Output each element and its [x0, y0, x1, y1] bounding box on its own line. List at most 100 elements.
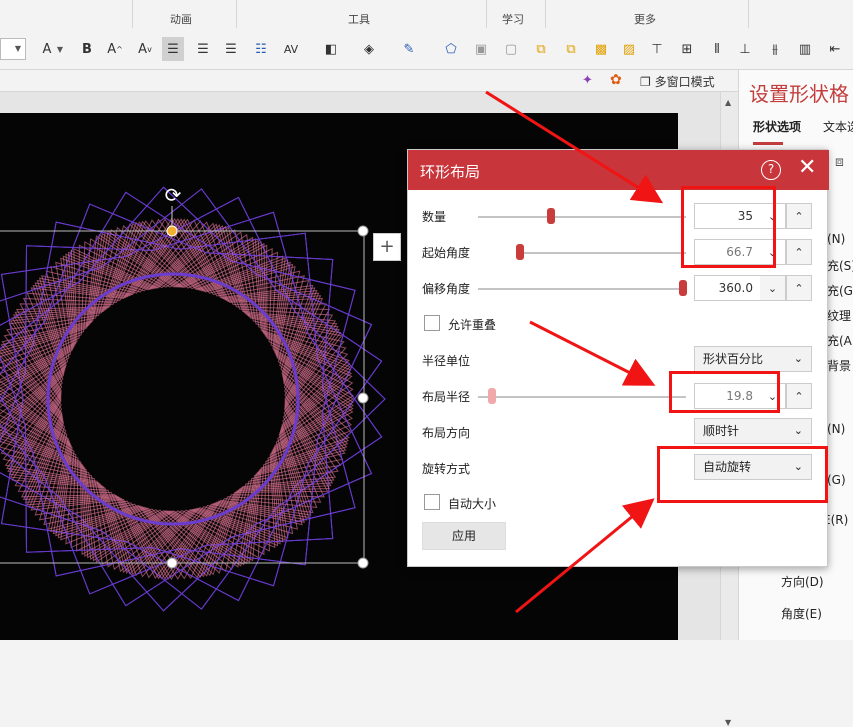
group-button[interactable]: ▣: [470, 37, 492, 61]
offset-angle-input[interactable]: 360.0: [694, 275, 762, 301]
magic-icon[interactable]: ✦: [582, 73, 593, 88]
dialog-title: 环形布局: [420, 163, 481, 181]
bring-forward-button[interactable]: ⧉: [530, 37, 552, 61]
distribute-h-button[interactable]: ⫴: [706, 37, 728, 61]
tab-shape-options[interactable]: 形状选项: [753, 118, 801, 135]
start-angle-increment[interactable]: ⌃: [786, 239, 812, 265]
shrink-font-icon: A: [138, 41, 148, 57]
count-slider-thumb[interactable]: [547, 208, 555, 224]
chevron-down-icon: ▼: [56, 44, 64, 54]
edit-shape-button[interactable]: ⬠: [440, 37, 462, 61]
bring-front-button[interactable]: ▩: [590, 37, 612, 61]
view-bar: ✦ ✿ ❐ 多窗口模式: [0, 70, 740, 92]
radius-unit-select[interactable]: 形状百分比 ⌄: [694, 346, 812, 372]
layout-radius-slider-track[interactable]: [478, 396, 686, 398]
pattern-center-hole: [81, 307, 265, 491]
bar-chart-icon: ▥: [798, 41, 812, 57]
settings-icon[interactable]: ✿: [610, 72, 622, 88]
add-button[interactable]: +: [373, 233, 401, 261]
multi-window-button[interactable]: ❐ 多窗口模式: [640, 73, 715, 90]
shape-button[interactable]: ◧: [320, 37, 342, 61]
layout-icon[interactable]: ⧈: [835, 154, 844, 170]
fill-button[interactable]: ◈: [358, 37, 380, 61]
start-angle-slider-track[interactable]: [516, 252, 686, 254]
panel-option[interactable]: (N): [827, 232, 845, 246]
send-backward-icon: ⧉: [566, 41, 576, 57]
arrange-button[interactable]: ⇤: [824, 37, 846, 61]
pen-icon: ✎: [403, 41, 415, 57]
layout-radius-increment[interactable]: ⌃: [786, 383, 812, 409]
char-spacing-button[interactable]: AV: [280, 37, 302, 61]
shrink-font-button[interactable]: Av: [134, 37, 156, 61]
start-angle-slider-thumb[interactable]: [516, 244, 524, 260]
allow-overlap-checkbox[interactable]: [424, 315, 440, 331]
ribbon-separator: [545, 0, 546, 28]
align-top-button[interactable]: ⊤: [646, 37, 668, 61]
chevron-down-icon: ▼: [14, 44, 21, 53]
apply-button[interactable]: 应用: [422, 522, 506, 550]
ungroup-button[interactable]: ▢: [500, 37, 522, 61]
count-increment[interactable]: ⌃: [786, 203, 812, 229]
panel-option[interactable]: 纹理: [827, 307, 851, 324]
send-back-button[interactable]: ▨: [618, 37, 640, 61]
tab-underline: [753, 142, 783, 145]
bold-button[interactable]: B: [76, 37, 98, 61]
ribbon-group-tools[interactable]: 工具: [348, 11, 370, 27]
annotation-box: [657, 446, 828, 503]
chart-align-button[interactable]: ▥: [794, 37, 816, 61]
align-v-button[interactable]: ⫵: [764, 37, 786, 61]
align-bottom-button[interactable]: ⊥: [734, 37, 756, 61]
panel-option[interactable]: 充(G): [827, 282, 853, 299]
annotation-box: [669, 371, 780, 413]
tab-text-options[interactable]: 文本选: [823, 118, 853, 135]
offset-angle-slider-track[interactable]: [478, 288, 686, 290]
align-center-button[interactable]: ☰: [162, 37, 184, 61]
bold-icon: B: [82, 41, 92, 57]
align-middle-icon: ⊞: [681, 41, 693, 57]
align-left-button[interactable]: ☰: [220, 37, 242, 61]
layout-radius-slider-thumb[interactable]: [488, 388, 496, 404]
panel-title: 设置形状格: [749, 82, 849, 106]
justify-icon: ☰: [197, 41, 209, 57]
offset-angle-decrement[interactable]: ⌄: [760, 275, 786, 301]
panel-option[interactable]: (N): [827, 422, 845, 436]
panel-option[interactable]: 充(A): [827, 332, 853, 349]
scroll-down-icon[interactable]: ▼: [725, 718, 731, 727]
help-icon[interactable]: ?: [761, 160, 781, 180]
rotate-handle-icon[interactable]: ⟳: [161, 183, 185, 207]
panel-option[interactable]: (G): [827, 473, 846, 487]
layout-radius-label: 布局半径: [422, 390, 471, 404]
justify-button[interactable]: ☰: [192, 37, 214, 61]
distribute-button[interactable]: ☷: [250, 37, 272, 61]
radius-unit-value: 形状百分比: [703, 352, 764, 366]
count-slider-track[interactable]: [478, 216, 686, 218]
distribute-icon: ☷: [255, 41, 267, 57]
ribbon-group-animation[interactable]: 动画: [170, 11, 192, 27]
ribbon-separator: [486, 0, 487, 28]
panel-option[interactable]: 充(S): [827, 257, 853, 274]
angle-option[interactable]: 角度(E): [781, 605, 822, 622]
panel-option[interactable]: 背景: [827, 357, 851, 374]
direction-option[interactable]: 方向(D): [781, 573, 824, 590]
offset-angle-increment[interactable]: ⌃: [786, 275, 812, 301]
scroll-up-icon[interactable]: ▲: [725, 98, 731, 107]
auto-size-checkbox[interactable]: [424, 494, 440, 510]
chevron-down-icon: ⌄: [793, 424, 803, 437]
offset-angle-slider-thumb[interactable]: [679, 280, 687, 296]
arrange-icon: ⇤: [829, 41, 841, 57]
distribute-h-icon: ⫴: [714, 41, 720, 57]
align-left-icon: ☰: [225, 41, 237, 57]
close-icon[interactable]: ✕: [798, 156, 816, 180]
align-top-icon: ⊤: [651, 41, 663, 57]
font-size-combo[interactable]: ▼: [0, 38, 26, 60]
send-backward-button[interactable]: ⧉: [560, 37, 582, 61]
font-color-dropdown[interactable]: ▼: [54, 37, 66, 61]
outline-button[interactable]: ✎: [398, 37, 420, 61]
align-middle-button[interactable]: ⊞: [676, 37, 698, 61]
radius-unit-label: 半径单位: [422, 354, 471, 368]
align-bottom-icon: ⊥: [739, 41, 751, 57]
ribbon-group-more[interactable]: 更多: [634, 11, 656, 27]
ribbon-group-learn[interactable]: 学习: [502, 11, 524, 27]
grow-font-button[interactable]: A ^: [104, 37, 126, 61]
layout-direction-select[interactable]: 顺时针 ⌄: [694, 418, 812, 444]
